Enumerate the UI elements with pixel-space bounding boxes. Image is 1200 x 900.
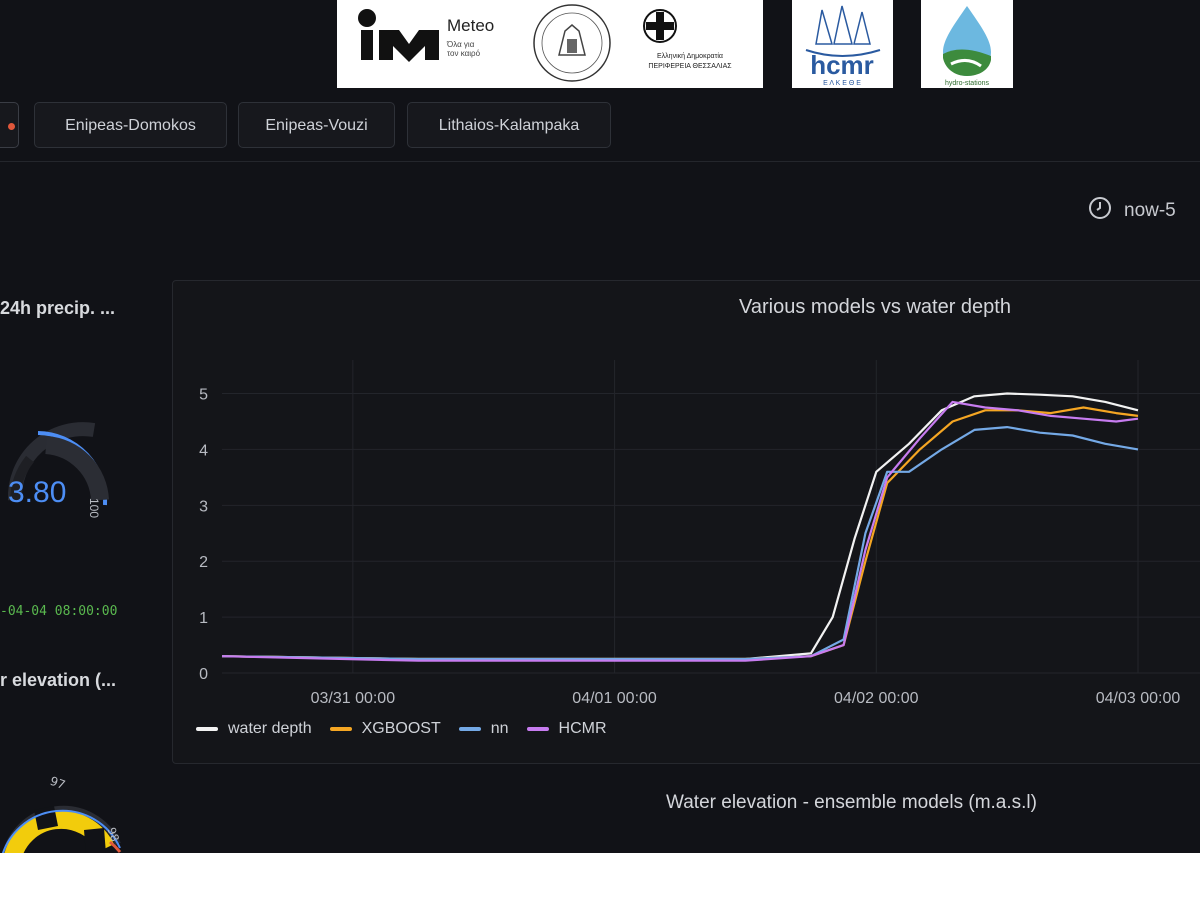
series-line-xgboost[interactable] <box>221 406 1139 661</box>
legend-item[interactable]: water depth <box>196 720 312 738</box>
ensemble-panel-title: Water elevation - ensemble models (m.a.s… <box>666 792 1037 813</box>
legend-swatch <box>458 726 481 731</box>
legend-swatch <box>196 726 218 731</box>
y-tick-label: 4 <box>199 442 208 459</box>
y-tick-label: 3 <box>199 498 208 515</box>
legend-item[interactable]: nn <box>458 720 509 738</box>
x-tick-label: 04/02 00:00 <box>834 690 919 707</box>
legend-item[interactable]: XGBOOST <box>329 720 441 738</box>
legend-label: HCMR <box>558 720 607 737</box>
dashboard: Meteo Όλα για τον καιρό Ελληνική Δημοκρα… <box>0 0 1200 853</box>
chart-legend: water depth XGBOOST nn HCMR <box>196 720 625 738</box>
x-tick-label: 04/01 00:00 <box>572 690 657 707</box>
y-tick-label: 2 <box>199 554 208 571</box>
series-line-hcmr[interactable] <box>221 400 1139 662</box>
y-tick-label: 5 <box>199 387 208 404</box>
legend-label: XGBOOST <box>361 720 441 737</box>
series-line-water-depth[interactable] <box>221 392 1139 661</box>
x-tick-label: 04/03 00:00 <box>1096 690 1181 707</box>
legend-label: water depth <box>228 720 312 737</box>
x-tick-label: 03/31 00:00 <box>311 690 396 707</box>
series-line-nn[interactable] <box>221 426 1139 661</box>
legend-label: nn <box>490 720 509 737</box>
legend-swatch <box>526 726 549 731</box>
y-tick-label: 1 <box>199 610 208 627</box>
legend-swatch <box>329 726 352 731</box>
legend-item[interactable]: HCMR <box>526 720 607 738</box>
y-tick-label: 0 <box>199 666 208 683</box>
